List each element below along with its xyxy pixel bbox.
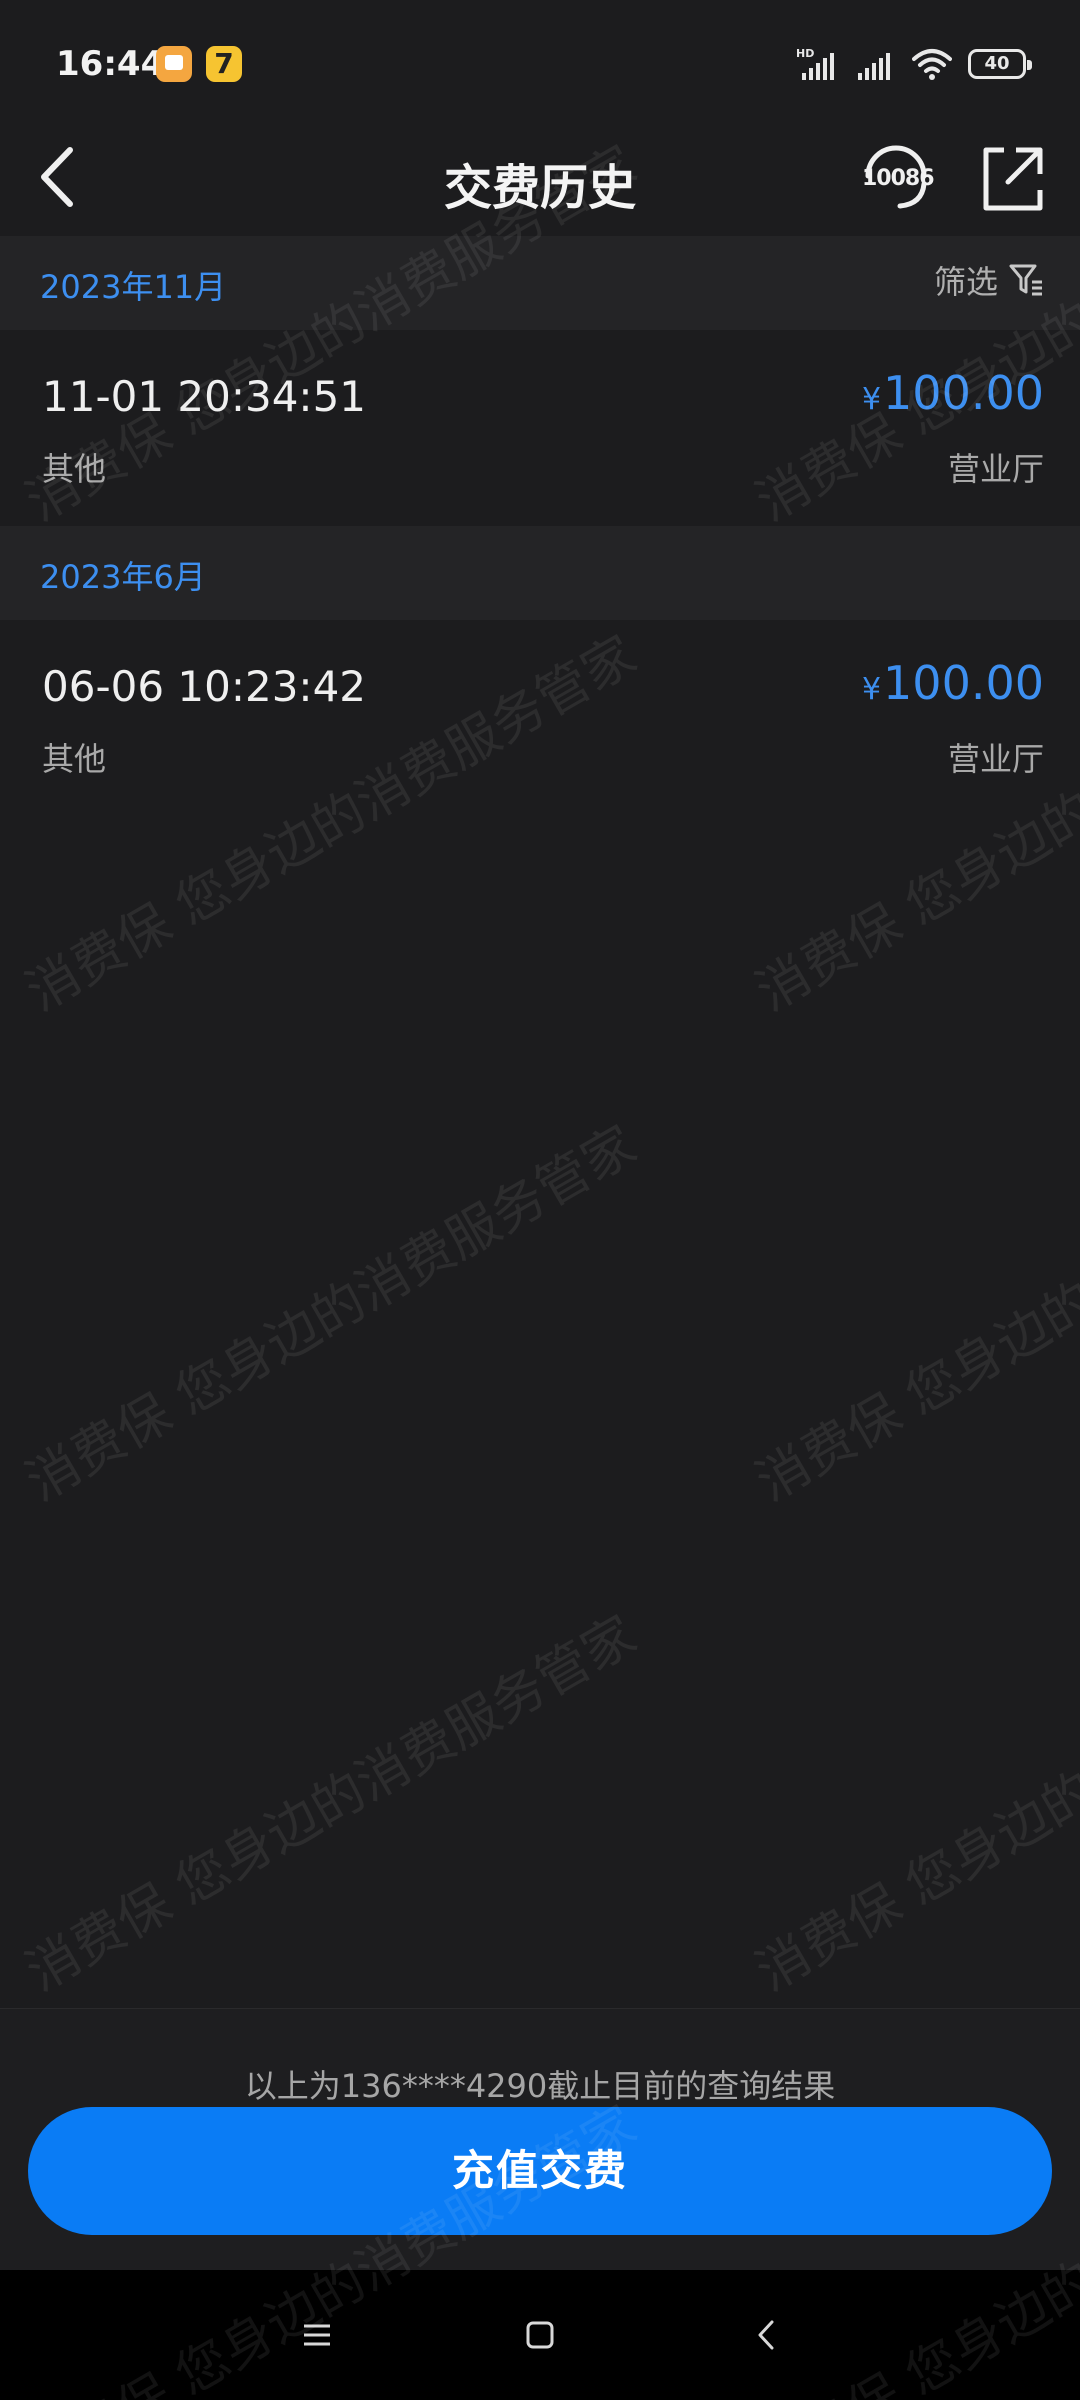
- battery-icon: 40: [968, 49, 1032, 79]
- record-channel: 营业厅: [947, 740, 1044, 778]
- payment-history-screen: 16:44 7 HD 40 交费历史 10086 2023年11月 筛选 11-…: [0, 0, 1080, 2400]
- month-header: 2023年11月 筛选: [0, 236, 1080, 330]
- record-type: 其他: [42, 740, 107, 778]
- amount-value: 100.00: [883, 656, 1044, 710]
- home-icon[interactable]: [515, 2310, 565, 2360]
- month-label: 2023年6月: [40, 558, 206, 596]
- query-result-note: 以上为136****4290截止目前的查询结果: [244, 2067, 836, 2105]
- signal-icon: [858, 53, 890, 80]
- status-icons: HD 40: [796, 44, 1032, 84]
- record-time: 11-01 20:34:51: [42, 372, 367, 421]
- status-bar: 16:44 7 HD 40: [0, 0, 1080, 120]
- amount-value: 100.00: [883, 366, 1044, 420]
- record-time: 06-06 10:23:42: [42, 662, 367, 711]
- filter-icon: [1009, 264, 1042, 296]
- currency-symbol: ¥: [861, 382, 882, 417]
- watermark-text: 消费保 您身边的消费服务管家: [746, 1114, 1080, 1514]
- customer-service-button[interactable]: 10086: [856, 132, 936, 222]
- svg-text:HD: HD: [796, 47, 814, 60]
- signal-icon: HD: [796, 47, 834, 80]
- filter-button[interactable]: 筛选: [934, 258, 1044, 302]
- hotline-number: 10086: [862, 166, 935, 191]
- recharge-button[interactable]: 充值交费: [28, 2107, 1052, 2235]
- app-header: 交费历史 10086: [0, 120, 1080, 236]
- record-type: 其他: [42, 450, 107, 488]
- system-nav-bar: [0, 2270, 1080, 2400]
- filter-label: 筛选: [933, 263, 998, 301]
- footer-area: 以上为136****4290截止目前的查询结果 充值交费: [0, 2008, 1080, 2270]
- nav-back-icon[interactable]: [742, 2310, 792, 2360]
- payment-record[interactable]: 11-01 20:34:51 其他 ¥100.00 营业厅: [0, 330, 1080, 526]
- message-app-icon: [156, 46, 192, 82]
- share-icon: [983, 147, 1043, 211]
- payment-record[interactable]: 06-06 10:23:42 其他 ¥100.00 营业厅: [0, 620, 1080, 816]
- share-button[interactable]: [976, 132, 1046, 222]
- record-channel: 营业厅: [947, 450, 1044, 488]
- record-amount: ¥100.00: [862, 656, 1044, 710]
- record-amount: ¥100.00: [862, 366, 1044, 420]
- watermark-text: 消费保 您身边的消费服务管家: [16, 1114, 647, 1514]
- video-app-icon: 7: [206, 46, 242, 82]
- status-time: 16:44: [56, 44, 165, 84]
- watermark-text: 消费保 您身边的消费服务管家: [746, 1604, 1080, 2004]
- menu-icon[interactable]: [292, 2310, 342, 2360]
- month-label: 2023年11月: [40, 268, 227, 306]
- watermark-text: 消费保 您身边的消费服务管家: [16, 1604, 647, 2004]
- month-header: 2023年6月: [0, 526, 1080, 620]
- currency-symbol: ¥: [861, 672, 882, 707]
- wifi-icon: [912, 49, 952, 80]
